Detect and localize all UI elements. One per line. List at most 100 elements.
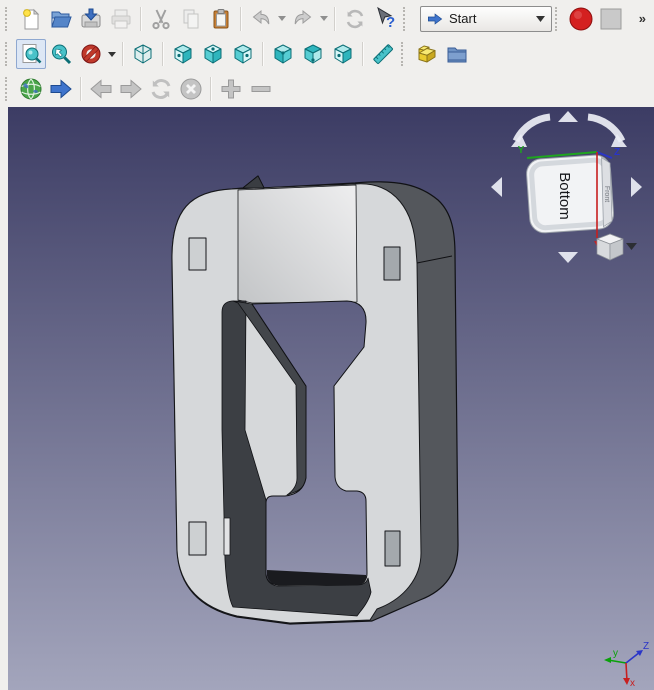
whats-this-icon: ? xyxy=(372,6,398,32)
navigation-cube[interactable]: Bottom Front Y Z xyxy=(491,111,642,263)
svg-text:?: ? xyxy=(386,14,395,31)
zoom-in-button[interactable] xyxy=(216,74,246,104)
nav-rotate-left[interactable] xyxy=(511,117,550,147)
toolbar-area: ? Start » xyxy=(0,0,654,107)
new-file-button[interactable] xyxy=(16,4,46,34)
go-arrow-icon xyxy=(48,76,74,102)
macro-stop-icon xyxy=(598,6,624,32)
redo-dropdown-button[interactable] xyxy=(318,4,330,34)
nav-cube-side-label: Front xyxy=(603,186,610,202)
chevron-down-icon xyxy=(278,16,286,21)
model-gray-bracket[interactable] xyxy=(172,176,458,624)
top-view-icon xyxy=(201,42,225,66)
axonometric-view-button[interactable] xyxy=(128,39,158,69)
part-workbench-icon xyxy=(415,42,439,66)
redo-button[interactable] xyxy=(288,4,318,34)
save-button[interactable] xyxy=(76,4,106,34)
model-pocket-bottom-right xyxy=(385,531,400,566)
print-button[interactable] xyxy=(106,4,136,34)
forward-button[interactable] xyxy=(116,74,146,104)
draw-style-dropdown-button[interactable] xyxy=(106,39,118,69)
cut-button[interactable] xyxy=(146,4,176,34)
toolbar-overflow-button[interactable]: » xyxy=(637,11,652,26)
save-icon xyxy=(79,7,103,31)
left-view-button[interactable] xyxy=(328,39,358,69)
whats-this-button[interactable]: ? xyxy=(370,4,400,34)
toolbar-drag-handle[interactable] xyxy=(5,7,11,31)
nav-mini-cube[interactable] xyxy=(597,234,623,260)
nav-cube-y-label: Y xyxy=(518,145,525,156)
front-view-button[interactable] xyxy=(168,39,198,69)
web-globe-button[interactable] xyxy=(16,74,46,104)
model-pocket-top-left xyxy=(189,238,206,270)
rear-view-button[interactable] xyxy=(268,39,298,69)
model-pocket-bottom-left xyxy=(189,522,206,555)
toolbar-drag-handle[interactable] xyxy=(403,7,409,31)
open-folder-icon xyxy=(49,7,73,31)
macro-record-button[interactable] xyxy=(566,4,596,34)
front-view-icon xyxy=(171,42,195,66)
top-view-button[interactable] xyxy=(198,39,228,69)
right-view-icon xyxy=(231,42,255,66)
macro-stop-button[interactable] xyxy=(596,4,626,34)
chevron-down-icon xyxy=(108,52,116,57)
model-pocket-top-right xyxy=(384,247,400,280)
toolbar-drag-handle[interactable] xyxy=(5,42,11,66)
bottom-view-button[interactable] xyxy=(298,39,328,69)
reload-button[interactable] xyxy=(146,74,176,104)
bottom-view-icon xyxy=(301,42,325,66)
toolbar-drag-handle[interactable] xyxy=(401,42,407,66)
nav-arrow-down[interactable] xyxy=(558,252,578,263)
workbench-selector-value: Start xyxy=(449,11,530,26)
cut-icon xyxy=(149,7,173,31)
copy-icon xyxy=(179,7,203,31)
origin-y-label: y xyxy=(613,648,618,659)
copy-button[interactable] xyxy=(176,4,206,34)
nav-cube-label: Bottom xyxy=(556,172,573,220)
origin-z-label: Z xyxy=(643,641,649,652)
measure-distance-button[interactable] xyxy=(368,39,398,69)
toolbar-view xyxy=(0,37,654,71)
workbench-selector[interactable]: Start xyxy=(420,6,552,32)
part-workbench-button[interactable] xyxy=(412,39,442,69)
origin-x-label: x xyxy=(630,678,635,689)
separator xyxy=(362,42,364,66)
undo-dropdown-button[interactable] xyxy=(276,4,288,34)
model-top-tab xyxy=(243,176,264,188)
reload-icon xyxy=(148,76,174,102)
zoom-out-button[interactable] xyxy=(246,74,276,104)
nav-arrow-right[interactable] xyxy=(631,177,642,197)
web-globe-icon xyxy=(18,76,44,102)
separator xyxy=(162,42,164,66)
go-arrow-button[interactable] xyxy=(46,74,76,104)
fit-all-icon xyxy=(19,42,43,66)
open-folder-button[interactable] xyxy=(46,4,76,34)
nav-menu-chevron-icon[interactable] xyxy=(626,243,637,250)
origin-axes: y Z x xyxy=(604,641,649,689)
chevron-down-icon xyxy=(320,16,328,21)
left-view-icon xyxy=(331,42,355,66)
nav-rotate-right[interactable] xyxy=(588,117,627,147)
3d-viewport[interactable]: Bottom Front Y Z y Z xyxy=(8,107,654,690)
redo-icon xyxy=(291,7,315,31)
nav-arrow-left[interactable] xyxy=(491,177,502,197)
right-view-button[interactable] xyxy=(228,39,258,69)
toolbar-drag-handle[interactable] xyxy=(5,77,11,101)
folder-icon xyxy=(445,42,469,66)
folder-button[interactable] xyxy=(442,39,472,69)
start-workbench-icon xyxy=(427,11,443,27)
separator xyxy=(334,7,336,31)
separator xyxy=(240,7,242,31)
draw-style-button[interactable] xyxy=(76,39,106,69)
back-button[interactable] xyxy=(86,74,116,104)
undo-button[interactable] xyxy=(246,4,276,34)
zoom-out-icon xyxy=(248,76,274,102)
nav-cube-z-label: Z xyxy=(614,147,620,158)
fit-selection-button[interactable] xyxy=(46,39,76,69)
stop-load-button[interactable] xyxy=(176,74,206,104)
toolbar-drag-handle[interactable] xyxy=(555,7,561,31)
fit-all-button[interactable] xyxy=(16,39,46,69)
paste-button[interactable] xyxy=(206,4,236,34)
refresh-button[interactable] xyxy=(340,4,370,34)
nav-arrow-up[interactable] xyxy=(558,111,578,122)
